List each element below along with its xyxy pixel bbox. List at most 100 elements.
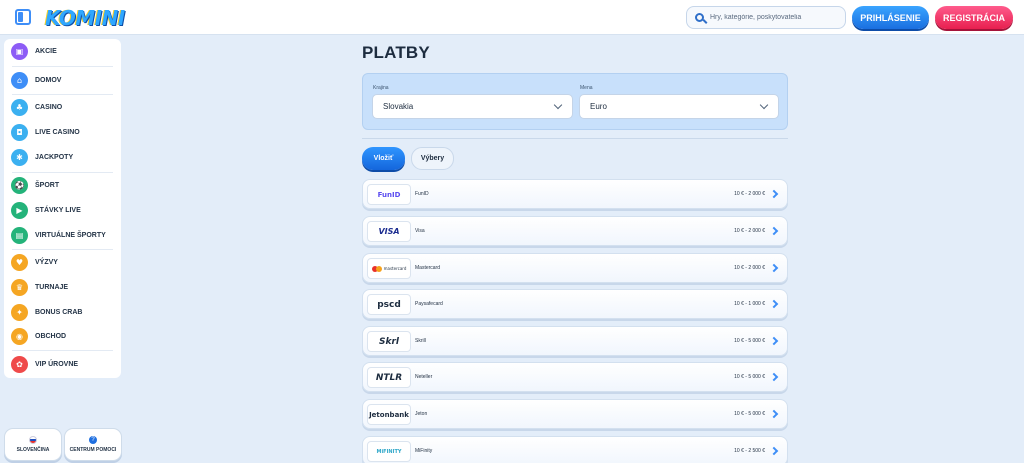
sidebar-item-label: VIP ÚROVNE bbox=[35, 360, 79, 368]
currency-select[interactable]: Euro bbox=[579, 94, 779, 119]
currency-value: Euro bbox=[590, 102, 607, 111]
chevron-right-icon bbox=[769, 189, 779, 199]
sidebar-item-label: VÝZVY bbox=[35, 258, 58, 266]
sidebar-divider bbox=[12, 350, 113, 351]
payment-method-name: FunID bbox=[415, 191, 429, 197]
payment-method-row[interactable]: VISA Visa 10 € - 2 000 € bbox=[362, 216, 788, 246]
help-center-button[interactable]: ? CENTRUM POMOCI bbox=[64, 428, 122, 461]
register-button[interactable]: REGISTRÁCIA bbox=[935, 6, 1013, 29]
page-title: PLATBY bbox=[362, 43, 430, 62]
payment-method-name: Skrill bbox=[415, 338, 426, 344]
payment-method-row[interactable]: MiFINITY MiFinity 10 € - 2 500 € bbox=[362, 436, 788, 463]
sidebar-item-label: LIVE CASINO bbox=[35, 128, 80, 136]
search-input[interactable] bbox=[710, 14, 840, 21]
chevron-right-icon bbox=[769, 446, 779, 456]
sidebar-item-label: ŠPORT bbox=[35, 181, 60, 189]
mifinity-logo: MiFINITY bbox=[367, 441, 411, 462]
logo-text: NTLR bbox=[375, 372, 403, 383]
language-button[interactable]: SLOVENČINA bbox=[4, 428, 62, 461]
shop-icon: ◉ bbox=[11, 327, 28, 345]
chevron-right-icon bbox=[769, 299, 779, 309]
payment-method-name: MiFinity bbox=[415, 448, 433, 454]
live-casino-icon: ◘ bbox=[11, 123, 28, 141]
sidebar-item-vyzvy[interactable]: ♥ VÝZVY bbox=[4, 250, 121, 274]
paysafecard-logo: pscd bbox=[367, 294, 411, 315]
payment-method-row[interactable]: Skrl Skrill 10 € - 5 000 € bbox=[362, 326, 788, 356]
tab-deposit[interactable]: Vložiť bbox=[362, 147, 405, 170]
bonus-crab-icon: ✦ bbox=[11, 303, 28, 321]
neteller-logo: NTLR bbox=[367, 367, 411, 388]
payment-method-name: Neteller bbox=[415, 374, 433, 380]
sidebar-item-bonus-crab[interactable]: ✦ BONUS CRAB bbox=[4, 300, 121, 324]
live-bets-icon: ▶ bbox=[11, 201, 28, 219]
payment-method-row[interactable]: pscd Paysafecard 10 € - 1 000 € bbox=[362, 289, 788, 319]
football-icon: ⚽ bbox=[11, 176, 28, 194]
country-value: Slovakia bbox=[383, 102, 414, 111]
section-divider bbox=[362, 138, 788, 139]
sidebar-item-label: DOMOV bbox=[35, 76, 62, 84]
payment-limit-range: 10 € - 2 000 € bbox=[734, 265, 765, 271]
tab-withdraw[interactable]: Výbery bbox=[411, 147, 454, 170]
trophy-icon: ♛ bbox=[11, 278, 28, 296]
sidebar-item-vip-urovne[interactable]: ✿ VIP ÚROVNE bbox=[4, 352, 121, 376]
sidebar-item-label: STÁVKY LIVE bbox=[35, 206, 81, 214]
sidebar-item-sport[interactable]: ⚽ ŠPORT bbox=[4, 173, 121, 197]
payment-limit-range: 10 € - 2 000 € bbox=[734, 191, 765, 197]
logo-text: Skrl bbox=[379, 336, 399, 347]
logo-text: mastercard bbox=[383, 266, 407, 271]
brand-logo[interactable]: KOMINI bbox=[45, 6, 125, 30]
jackpot-icon: ✱ bbox=[11, 148, 28, 166]
sidebar-toggle-icon[interactable] bbox=[15, 9, 31, 25]
country-select[interactable]: Slovakia bbox=[372, 94, 573, 119]
payment-method-row[interactable]: FunID FunID 10 € - 2 000 € bbox=[362, 179, 788, 209]
sidebar-item-label: CASINO bbox=[35, 103, 63, 111]
payment-method-row[interactable]: mastercard Mastercard 10 € - 2 000 € bbox=[362, 253, 788, 283]
logo-text: FunID bbox=[377, 190, 401, 199]
sidebar-item-virtualne-sporty[interactable]: ▤ VIRTUÁLNE ŠPORTY bbox=[4, 223, 121, 247]
payment-method-name: Jeton bbox=[415, 411, 428, 417]
login-button[interactable]: PRIHLÁSENIE bbox=[852, 6, 929, 29]
skrill-logo: Skrl bbox=[367, 331, 411, 352]
mastercard-logo: mastercard bbox=[367, 258, 411, 279]
home-icon: ⌂ bbox=[11, 71, 28, 89]
chevron-right-icon bbox=[769, 226, 779, 236]
virtual-sports-icon: ▤ bbox=[11, 226, 28, 244]
payment-method-name: Mastercard bbox=[415, 265, 441, 271]
jeton-logo: Jetonbank bbox=[367, 404, 411, 425]
sidebar-item-obchod[interactable]: ◉ OBCHOD bbox=[4, 324, 121, 348]
sidebar-item-label: OBCHOD bbox=[35, 332, 67, 340]
visa-logo: VISA bbox=[367, 221, 411, 242]
vip-icon: ✿ bbox=[11, 355, 28, 373]
sidebar-item-label: TURNAJE bbox=[35, 283, 69, 291]
sidebar-item-label: JACKPOTY bbox=[35, 153, 74, 161]
sidebar-item-stavky-live[interactable]: ▶ STÁVKY LIVE bbox=[4, 198, 121, 222]
payment-method-row[interactable]: Jetonbank Jeton 10 € - 5 000 € bbox=[362, 399, 788, 429]
chevron-down-icon bbox=[553, 100, 563, 110]
sidebar-item-label: AKCIE bbox=[35, 47, 57, 55]
search-box[interactable] bbox=[686, 6, 846, 29]
logo-text: pscd bbox=[377, 299, 401, 310]
sidebar-item-casino[interactable]: ♣ CASINO bbox=[4, 95, 121, 119]
sidebar-item-jackpoty[interactable]: ✱ JACKPOTY bbox=[4, 145, 121, 169]
sidebar-item-domov[interactable]: ⌂ DOMOV bbox=[4, 68, 121, 92]
challenges-icon: ♥ bbox=[11, 253, 28, 271]
sidebar-item-turnaje[interactable]: ♛ TURNAJE bbox=[4, 275, 121, 299]
slovak-flag-icon bbox=[29, 436, 37, 444]
country-label: Krajina bbox=[373, 85, 389, 91]
help-label: CENTRUM POMOCI bbox=[69, 447, 117, 453]
help-icon: ? bbox=[89, 436, 97, 444]
gift-icon: ▣ bbox=[11, 42, 28, 60]
payment-method-name: Paysafecard bbox=[415, 301, 443, 307]
sidebar-item-label: VIRTUÁLNE ŠPORTY bbox=[35, 231, 106, 239]
search-icon bbox=[695, 13, 704, 22]
language-label: SLOVENČINA bbox=[16, 447, 50, 453]
sidebar-divider bbox=[12, 66, 113, 67]
payment-method-row[interactable]: NTLR Neteller 10 € - 5 000 € bbox=[362, 362, 788, 392]
logo-text: MiFINITY bbox=[376, 448, 402, 455]
payment-limit-range: 10 € - 5 000 € bbox=[734, 374, 765, 380]
sidebar-item-live-casino[interactable]: ◘ LIVE CASINO bbox=[4, 120, 121, 144]
chevron-right-icon bbox=[769, 263, 779, 273]
sidebar-item-akcie[interactable]: ▣ AKCIE bbox=[4, 39, 121, 63]
currency-label: Mena bbox=[580, 85, 593, 91]
logo-text: Jetonbank bbox=[369, 410, 409, 419]
